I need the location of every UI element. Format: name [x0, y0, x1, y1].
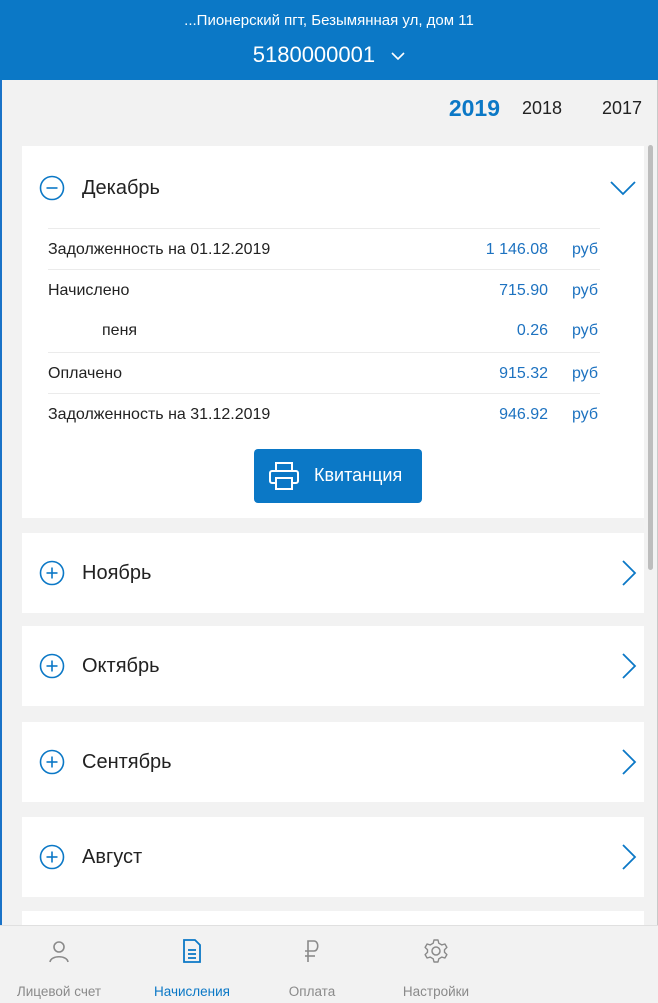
- tab-label: Оплата: [288, 984, 336, 999]
- tab-settings[interactable]: Настройки: [381, 926, 491, 1003]
- row-value: 0.26: [516, 322, 548, 339]
- row-value: 1 146.08: [485, 241, 548, 258]
- tab-label: Начисления: [154, 984, 230, 999]
- month-label: Ноябрь: [82, 562, 152, 584]
- chevron-right-icon: [622, 844, 637, 870]
- ruble-icon: [305, 940, 319, 962]
- month-label: Август: [82, 846, 143, 868]
- penalty-row: пеня 0.26 руб: [48, 310, 600, 351]
- month-label: Декабрь: [82, 177, 160, 199]
- expand-plus-icon: [39, 749, 65, 775]
- expand-plus-icon: [39, 560, 65, 586]
- tab-label: Настройки: [402, 984, 470, 999]
- debt-end-row: Задолженность на 31.12.2019 946.92 руб: [48, 393, 600, 434]
- tab-charges[interactable]: Начисления: [137, 926, 247, 1003]
- charged-row: Начислено 715.90 руб: [48, 269, 600, 310]
- month-card-september[interactable]: Сентябрь: [22, 722, 644, 802]
- row-label: Начислено: [48, 282, 130, 299]
- month-card-november[interactable]: Ноябрь: [22, 533, 644, 613]
- tab-label: Лицевой счет: [16, 984, 102, 999]
- month-label: Октябрь: [82, 655, 160, 677]
- row-value: 715.90: [499, 282, 548, 299]
- chevron-down-icon: [610, 181, 636, 196]
- row-value: 915.32: [499, 365, 548, 382]
- bottom-tab-bar: Лицевой счет Начисления Оплата Настройки: [0, 925, 658, 1003]
- row-unit: руб: [571, 406, 598, 423]
- month-card-august[interactable]: Август: [22, 817, 644, 897]
- tab-payment[interactable]: Оплата: [257, 926, 367, 1003]
- row-label: Задолженность на 31.12.2019: [48, 406, 271, 423]
- tab-account[interactable]: Лицевой счет: [4, 926, 114, 1003]
- month-card-december: Декабрь Задолженность на 01.12.2019 1 14…: [22, 146, 644, 518]
- year-tab-2019[interactable]: 2019: [449, 95, 500, 122]
- document-icon: [183, 939, 201, 963]
- account-selector[interactable]: 5180000001: [0, 42, 658, 68]
- receipt-button-label: Квитанция: [314, 465, 403, 485]
- paid-row: Оплачено 915.32 руб: [48, 352, 600, 393]
- account-header: ...Пионерский пгт, Безымянная ул, дом 11…: [0, 0, 658, 80]
- chevron-right-icon: [622, 560, 637, 586]
- gear-icon: [424, 939, 448, 963]
- expand-plus-icon: [39, 844, 65, 870]
- scrollbar[interactable]: [648, 145, 653, 570]
- row-unit: руб: [571, 241, 598, 258]
- row-unit: руб: [571, 365, 598, 382]
- chevron-down-icon: [391, 52, 405, 61]
- row-unit: руб: [571, 322, 598, 339]
- month-header-december[interactable]: Декабрь: [22, 146, 644, 226]
- row-unit: руб: [571, 282, 598, 299]
- month-label: Сентябрь: [82, 751, 172, 773]
- row-label: пеня: [102, 322, 138, 339]
- collapse-minus-icon: [39, 175, 65, 201]
- debt-start-row: Задолженность на 01.12.2019 1 146.08 руб: [48, 228, 600, 269]
- month-card-partial: [22, 911, 644, 925]
- receipt-button[interactable]: Квитанция: [254, 449, 422, 503]
- year-tab-2018[interactable]: 2018: [522, 98, 562, 119]
- expand-plus-icon: [39, 653, 65, 679]
- row-value: 946.92: [499, 406, 548, 423]
- address-label: ...Пионерский пгт, Безымянная ул, дом 11: [184, 12, 474, 29]
- account-number: 5180000001: [252, 42, 376, 67]
- row-label: Задолженность на 01.12.2019: [48, 241, 271, 258]
- person-icon: [49, 941, 69, 963]
- month-card-october[interactable]: Октябрь: [22, 626, 644, 706]
- year-tabs: 2019 2018 2017: [442, 95, 642, 128]
- year-tab-2017[interactable]: 2017: [602, 98, 642, 119]
- row-label: Оплачено: [48, 365, 122, 382]
- printer-icon: [269, 462, 299, 490]
- chevron-right-icon: [622, 749, 637, 775]
- chevron-right-icon: [622, 653, 637, 679]
